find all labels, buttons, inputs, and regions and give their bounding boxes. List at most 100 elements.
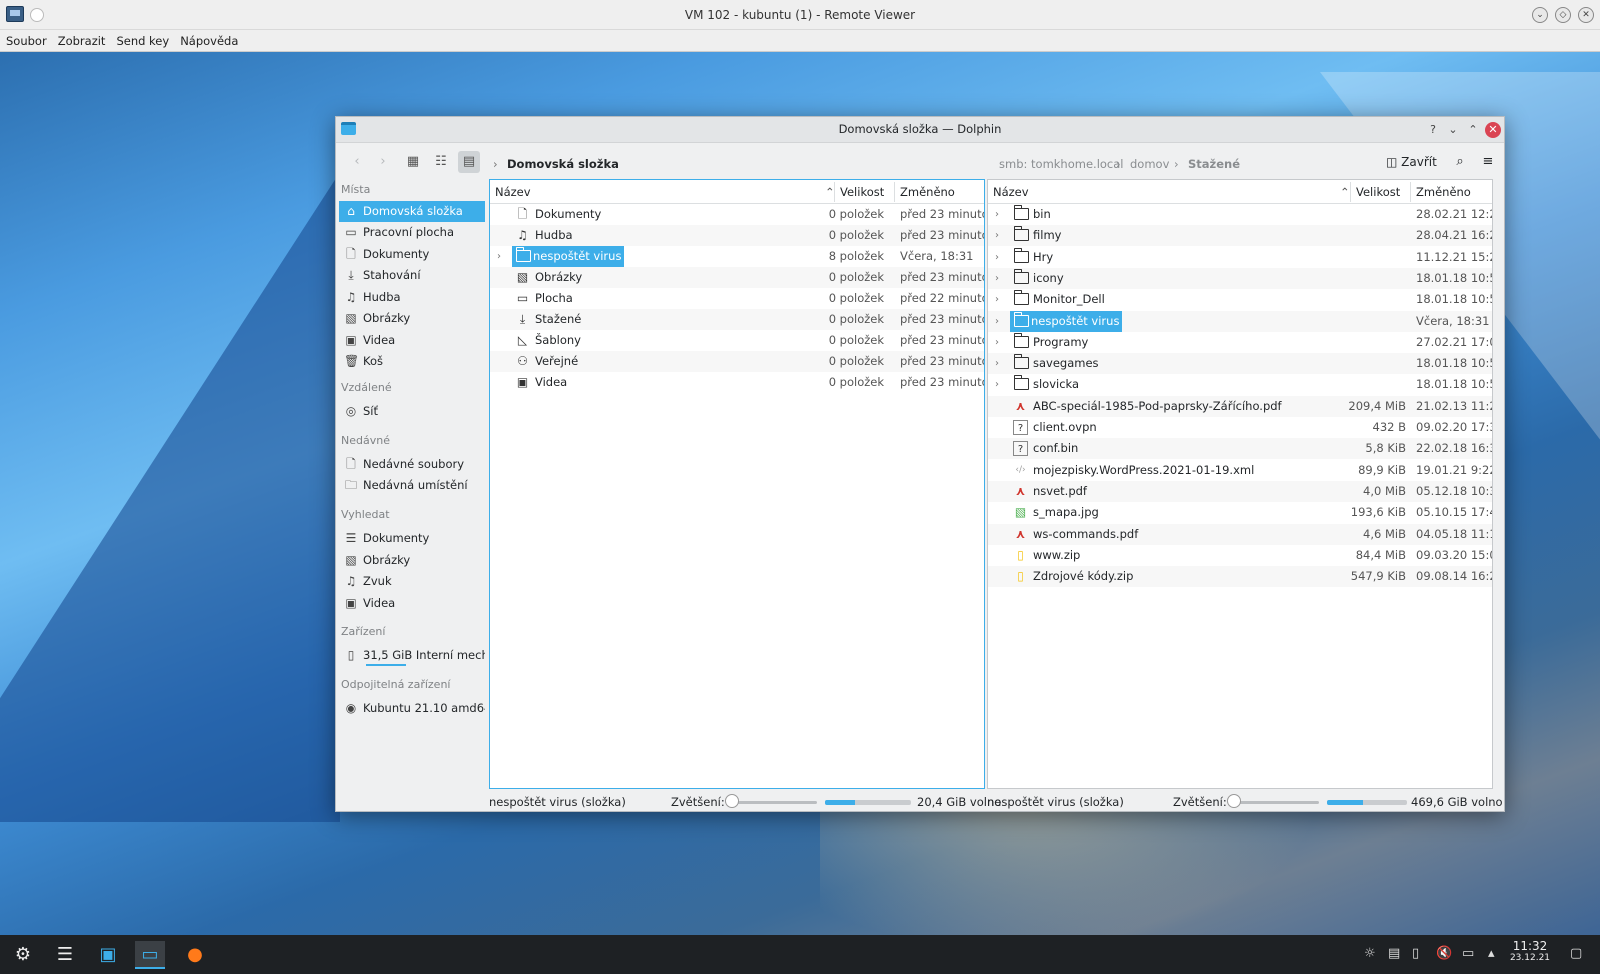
table-row[interactable]: 🗋 Dokumenty 0 položek před 23 minutou (490, 204, 984, 225)
table-row[interactable]: www.zip▯84,4 MiB09.03.20 15:07 (988, 545, 1492, 566)
table-row[interactable]: ›Programy27.02.21 17:07 (988, 332, 1492, 353)
table-row-selected[interactable]: › nespoštět virus Včera, 18:31 (988, 310, 1492, 332)
icons-view-icon[interactable]: ▦ (402, 151, 424, 173)
expand-chevron-icon[interactable]: › (497, 246, 501, 267)
network-display-icon[interactable]: ▭ (1462, 946, 1474, 961)
hamburger-menu-icon[interactable]: ≡ (1477, 151, 1499, 173)
place-hudba[interactable]: ♫ Hudba (339, 287, 485, 308)
table-row[interactable]: ⚇ Veřejné 0 položek před 23 minutou (490, 351, 984, 372)
device-kubuntu-iso[interactable]: ◉ Kubuntu 21.10 amd64 (339, 698, 485, 719)
usb-device-icon[interactable]: ▯ (1412, 946, 1419, 961)
help-icon[interactable]: ? (1425, 122, 1441, 138)
show-desktop-icon[interactable]: ▢ (1570, 946, 1582, 961)
column-modified[interactable]: Změněno (900, 185, 955, 199)
column-name[interactable]: Název (993, 185, 1029, 199)
place-pracovni-plocha[interactable]: ▭ Pracovní plocha (339, 222, 485, 243)
search-dokumenty[interactable]: ☰ Dokumenty (339, 528, 485, 549)
application-launcher-icon[interactable]: ⚙ (8, 941, 38, 969)
table-row[interactable]: ›Monitor_Dell18.01.18 10:59 (988, 289, 1492, 310)
sort-ascending-icon[interactable]: ⌃ (1340, 185, 1350, 199)
close-icon[interactable]: ✕ (1578, 7, 1594, 23)
expand-chevron-icon[interactable]: › (995, 225, 999, 246)
table-row[interactable]: ▣ Videa 0 položek před 23 minutou (490, 372, 984, 393)
left-zoom-slider[interactable] (729, 801, 817, 804)
expand-chevron-icon[interactable]: › (995, 247, 999, 268)
system-settings-icon[interactable]: ☰ (50, 941, 80, 969)
maximize-icon[interactable]: ◇ (1555, 7, 1571, 23)
dolphin-taskbar-icon[interactable]: ▭ (135, 941, 165, 969)
volume-muted-icon[interactable]: 🔇 (1436, 946, 1452, 961)
tray-expand-icon[interactable]: ▴ (1488, 946, 1495, 961)
column-name[interactable]: Název (495, 185, 531, 199)
table-row[interactable]: client.ovpn?432 B09.02.20 17:31 (988, 417, 1492, 438)
place-nedavne-soubory[interactable]: 🗋 Nedávné soubory (339, 454, 485, 475)
table-row[interactable]: Zdrojové kódy.zip▯547,9 KiB09.08.14 16:2… (988, 566, 1492, 588)
firefox-icon[interactable]: ● (180, 941, 210, 969)
place-sit[interactable]: ◎ Síť (339, 401, 485, 422)
menu-soubor[interactable]: Soubor (0, 30, 52, 48)
breadcrumb-stazene[interactable]: Stažené (1188, 157, 1240, 171)
breadcrumb-smb[interactable]: smb: tomkhome.local (999, 157, 1123, 171)
table-row[interactable]: ◺ Šablony 0 položek před 23 minutou (490, 330, 984, 351)
menu-send-key[interactable]: Send key (110, 30, 174, 48)
table-row[interactable]: ›Hry11.12.21 15:23 (988, 247, 1492, 268)
forward-icon[interactable]: › (372, 151, 394, 173)
notifications-icon[interactable]: ☼ (1364, 946, 1376, 961)
menu-zobrazit[interactable]: Zobrazit (52, 30, 111, 48)
table-row[interactable]: ♫ Hudba 0 položek před 23 minutou (490, 225, 984, 246)
table-row[interactable]: ▧ Obrázky 0 položek před 23 minutou (490, 267, 984, 288)
table-row[interactable]: ›bin28.02.21 12:20 (988, 204, 1492, 225)
table-row[interactable]: ›slovicka18.01.18 10:59 (988, 374, 1492, 395)
details-view-icon[interactable]: ▤ (458, 151, 480, 173)
left-zoom-knob[interactable] (725, 794, 739, 808)
right-zoom-slider[interactable] (1231, 801, 1319, 804)
device-internal-drive[interactable]: ▯31,5 GiB Interní mech... (339, 645, 485, 666)
search-zvuk[interactable]: ♫ Zvuk (339, 571, 485, 592)
clock[interactable]: 11:32 23.12.21 (1502, 939, 1558, 963)
table-row[interactable]: ⤓ Stažené 0 položek před 23 minutou (490, 309, 984, 330)
place-dokumenty[interactable]: 🗋 Dokumenty (339, 244, 485, 265)
expand-chevron-icon[interactable]: › (995, 204, 999, 225)
search-obrazky[interactable]: ▧ Obrázky (339, 550, 485, 571)
place-obrazky[interactable]: ▧ Obrázky (339, 308, 485, 329)
table-row[interactable]: ▭ Plocha 0 položek před 22 minutou (490, 288, 984, 309)
expand-chevron-icon[interactable]: › (995, 289, 999, 310)
expand-chevron-icon[interactable]: › (995, 268, 999, 289)
place-domovska-slozka[interactable]: ⌂ Domovská složka (339, 201, 485, 222)
place-stahovani[interactable]: ⤓ Stahování (339, 265, 485, 286)
table-row[interactable]: ABC-speciál-1985-Pod-paprsky-Zářícího.pd… (988, 395, 1492, 417)
table-row[interactable]: nsvet.pdf⋏4,0 MiB05.12.18 10:33 (988, 480, 1492, 502)
place-videa[interactable]: ▣ Videa (339, 330, 485, 351)
table-row[interactable]: s_mapa.jpg▧193,6 KiB05.10.15 17:42 (988, 502, 1492, 523)
close-icon[interactable]: ✕ (1485, 122, 1501, 138)
column-size[interactable]: Velikost (840, 185, 884, 199)
breadcrumb-domov[interactable]: domov (1130, 157, 1169, 171)
place-nedavna-umisteni[interactable]: 🗀 Nedávná umístění (339, 475, 485, 496)
breadcrumb-home[interactable]: Domovská složka (507, 157, 619, 171)
right-file-pane[interactable]: Název ⌃ Velikost Změněno › bin 28.02.21 12… (987, 179, 1493, 789)
expand-chevron-icon[interactable]: › (995, 311, 999, 332)
clipboard-icon[interactable]: ▤ (1388, 946, 1400, 961)
minimize-icon[interactable]: ⌄ (1445, 122, 1461, 138)
maximize-icon[interactable]: ⌃ (1465, 122, 1481, 138)
menu-napoveda[interactable]: Nápověda (174, 30, 243, 48)
table-row-selected[interactable]: › nespoštět virus 8 položek Včera, 18:31 (490, 246, 984, 267)
expand-chevron-icon[interactable]: › (995, 374, 999, 395)
table-row[interactable]: conf.bin?5,8 KiB22.02.18 16:33 (988, 438, 1492, 460)
table-row[interactable]: mojezpisky.WordPress.2021-01-19.xml ‹/› 89… (988, 460, 1492, 481)
discover-store-icon[interactable]: ▣ (93, 941, 123, 969)
compact-view-icon[interactable]: ☷ (430, 151, 452, 173)
expand-chevron-icon[interactable]: › (995, 332, 999, 353)
close-split-button[interactable]: ◫ Zavřít (1386, 151, 1446, 173)
left-file-pane[interactable]: Název ⌃ Velikost Změněno 🗋 Dokumenty 0 p… (489, 179, 985, 789)
right-zoom-knob[interactable] (1227, 794, 1241, 808)
search-videa[interactable]: ▣ Videa (339, 593, 485, 614)
table-row[interactable]: ›icony18.01.18 10:59 (988, 267, 1492, 289)
table-row[interactable]: ›filmy28.04.21 16:26 (988, 225, 1492, 247)
place-kos[interactable]: 🗑 Koš (339, 351, 485, 372)
table-row[interactable]: ›savegames18.01.18 10:59 (988, 353, 1492, 375)
table-row[interactable]: ws-commands.pdf⋏4,6 MiB04.05.18 11:15 (988, 523, 1492, 545)
minimize-icon[interactable]: ⌄ (1532, 7, 1548, 23)
column-size[interactable]: Velikost (1356, 185, 1400, 199)
search-icon[interactable]: ⌕ (1449, 151, 1471, 173)
